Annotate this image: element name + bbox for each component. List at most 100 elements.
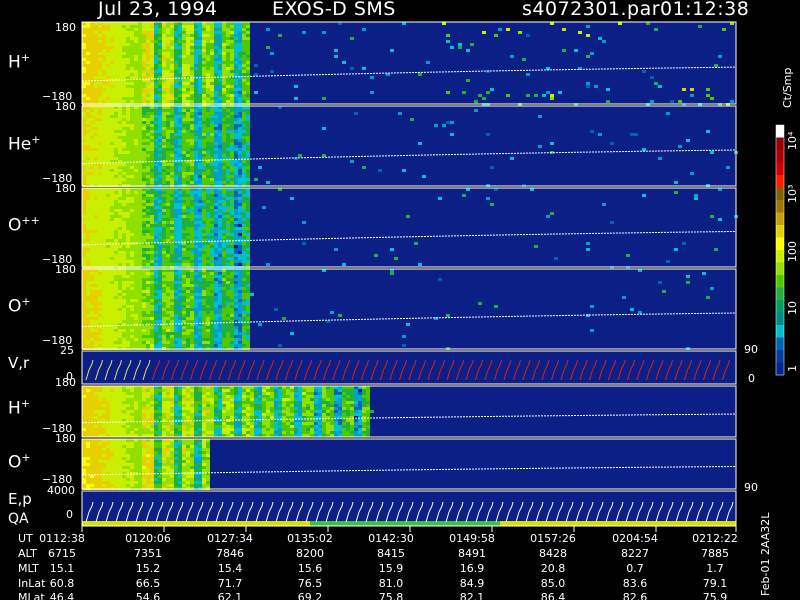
colorbar-swatch <box>776 312 784 326</box>
table-cell: 0204:54 <box>612 532 658 545</box>
colorbar-swatch <box>776 137 784 151</box>
tick-p7-right: 90 <box>744 481 758 494</box>
colorbar-swatch <box>776 275 784 288</box>
tick-p2-top: 180 <box>55 100 76 113</box>
table-cell: 62.1 <box>217 591 243 600</box>
tick-p1-top: 180 <box>55 21 76 34</box>
row-label-ut: UT <box>18 532 33 545</box>
colorbar-swatch <box>776 225 784 238</box>
table-cell: 8428 <box>539 547 567 560</box>
table-cell: 86.4 <box>540 591 566 600</box>
colorbar-swatch <box>776 237 784 251</box>
table-cell: 75.8 <box>378 591 404 600</box>
panel-background <box>82 491 736 526</box>
panel-label-h-plus-1: H+ <box>8 51 31 73</box>
panel-label-o-plus-1: O+ <box>8 295 31 317</box>
table-cell: 75.9 <box>702 591 728 600</box>
table-cell: 0212:22 <box>692 532 738 545</box>
table-cell: 7885 <box>701 547 729 560</box>
qa-bar-green <box>310 521 500 526</box>
table-cell: 15.4 <box>217 562 243 575</box>
table-cell: 15.1 <box>49 562 75 575</box>
colorbar-swatch <box>776 350 784 363</box>
colorbar-tick-100: 100 <box>786 241 799 262</box>
colorbar-swatch <box>776 287 784 301</box>
colorbar-swatch <box>776 362 784 376</box>
table-cell: 46.4 <box>49 591 75 600</box>
tick-p5-top: 25 <box>60 344 74 357</box>
table-cell: 84.9 <box>459 577 485 590</box>
colorbar-swatch <box>776 212 784 226</box>
table-cell: 76.5 <box>297 577 323 590</box>
table-cell: 1.7 <box>706 562 724 575</box>
table-cell: 7351 <box>134 547 162 560</box>
panel-label-o-plusplus: O++ <box>8 214 40 236</box>
colorbar-swatch <box>776 187 784 201</box>
table-cell: 83.6 <box>622 577 648 590</box>
tick-p5-right-bottom: 0 <box>748 372 755 385</box>
tick-p4-top: 180 <box>55 263 76 276</box>
colorbar-tick-1e4: 10⁴ <box>786 131 799 150</box>
spectrogram-figure: Jul 23, 1994 EXOS-D SMS s4072301.par 01:… <box>0 0 800 600</box>
table-cell: 69.2 <box>297 591 323 600</box>
table-cell: 0149:58 <box>449 532 495 545</box>
table-cell: 7846 <box>216 547 244 560</box>
tick-p3-top: 180 <box>55 182 76 195</box>
panel-label-qa: QA <box>8 511 29 527</box>
table-cell: 81.0 <box>378 577 404 590</box>
colorbar-tick-10: 10 <box>786 301 799 315</box>
table-cell: 8227 <box>621 547 649 560</box>
table-cell: 0127:34 <box>207 532 253 545</box>
table-cell: 0142:30 <box>368 532 414 545</box>
spectrogram-plots <box>81 21 785 532</box>
table-cell: 8491 <box>458 547 486 560</box>
panel-label-vr: V,r <box>8 354 30 372</box>
table-cell: 54.6 <box>135 591 161 600</box>
colorbar-swatch <box>776 300 784 313</box>
spectrogram-cells <box>82 386 374 437</box>
table-cell: 15.6 <box>297 562 323 575</box>
colorbar-tick-1e3: 10³ <box>786 184 799 203</box>
table-cell: 66.5 <box>135 577 161 590</box>
table-cell: 0157:26 <box>530 532 576 545</box>
table-cell: 6715 <box>48 547 76 560</box>
table-cell: 20.8 <box>540 562 566 575</box>
panel-label-he-plus: He+ <box>8 133 41 155</box>
table-cell: 0.7 <box>626 562 644 575</box>
panel-label-o-plus-2: O+ <box>8 451 31 473</box>
tick-p5-right-top: 90 <box>744 343 758 356</box>
table-cell: 82.1 <box>459 591 485 600</box>
colorbar-unit: Ct/Smp <box>781 67 794 108</box>
table-cell: 0112:38 <box>39 532 85 545</box>
table-cell: 82.6 <box>622 591 648 600</box>
table-cell: 8200 <box>296 547 324 560</box>
table-cell: 8415 <box>377 547 405 560</box>
tick-p7-top: 180 <box>55 432 76 445</box>
colorbar-swatch <box>776 262 784 276</box>
table-cell: 71.7 <box>217 577 243 590</box>
table-cell: 85.0 <box>540 577 566 590</box>
tick-p8-top: 4000 <box>47 484 75 497</box>
colorbar-swatch <box>776 200 784 213</box>
side-note: Feb-01 2AA32L <box>759 512 772 596</box>
panel-label-h-plus-2: H+ <box>8 397 31 419</box>
colorbar-swatch <box>776 325 784 338</box>
colorbar-swatch <box>776 250 784 263</box>
table-cell: 16.9 <box>459 562 485 575</box>
colorbar-swatch <box>776 175 784 188</box>
tick-p6-top: 180 <box>55 376 76 389</box>
table-cell: 0120:06 <box>125 532 171 545</box>
panel-label-ep: E,p <box>8 490 32 508</box>
table-cell: 0135:02 <box>287 532 333 545</box>
spectrogram-cells <box>82 439 210 490</box>
table-cell: 79.1 <box>702 577 728 590</box>
table-cell: 15.9 <box>378 562 404 575</box>
table-cell: 15.2 <box>135 562 161 575</box>
colorbar-swatch <box>776 337 784 351</box>
colorbar-swatch <box>776 162 784 176</box>
tick-p8-bottom: 0 <box>66 508 73 521</box>
table-cell: 60.8 <box>49 577 75 590</box>
colorbar-swatch <box>776 125 784 138</box>
colorbar-tick-1: 1 <box>786 365 799 372</box>
colorbar-swatch <box>776 150 784 163</box>
